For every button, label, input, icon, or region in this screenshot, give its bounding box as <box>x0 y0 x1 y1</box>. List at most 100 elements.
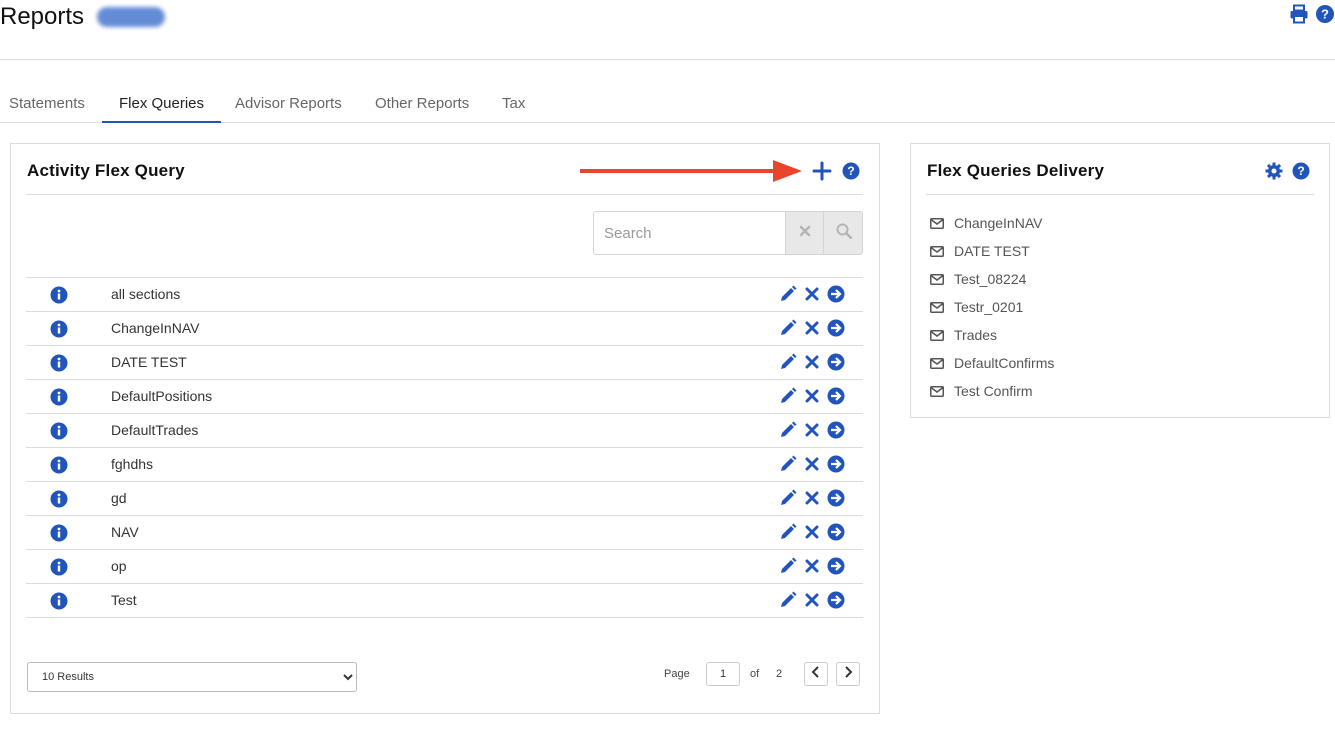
run-arrow-icon[interactable] <box>827 285 845 308</box>
table-row[interactable]: all sections <box>26 278 863 312</box>
delivery-list-item[interactable]: Test Confirm <box>930 377 1054 405</box>
edit-icon[interactable] <box>779 455 797 478</box>
delete-icon[interactable] <box>805 457 819 476</box>
search-icon <box>836 223 853 244</box>
edit-icon[interactable] <box>779 591 797 614</box>
clear-search-button[interactable] <box>785 212 823 254</box>
clear-icon <box>799 224 811 242</box>
delete-icon[interactable] <box>805 491 819 510</box>
query-name[interactable]: all sections <box>111 278 180 311</box>
edit-icon[interactable] <box>779 285 797 308</box>
info-icon[interactable] <box>50 558 68 581</box>
page-number-input[interactable] <box>706 662 740 686</box>
delete-icon[interactable] <box>805 389 819 408</box>
edit-icon[interactable] <box>779 557 797 580</box>
edit-icon[interactable] <box>779 353 797 376</box>
add-query-icon[interactable] <box>812 161 832 186</box>
delivery-list-item[interactable]: DefaultConfirms <box>930 349 1054 377</box>
info-icon[interactable] <box>50 286 68 309</box>
next-page-button[interactable] <box>836 662 860 686</box>
table-row[interactable]: DefaultPositions <box>26 380 863 414</box>
row-actions <box>779 455 845 478</box>
table-row[interactable]: gd <box>26 482 863 516</box>
table-row[interactable]: Test <box>26 584 863 618</box>
delivery-panel-divider <box>926 194 1314 195</box>
query-name[interactable]: NAV <box>111 516 139 549</box>
page-label: Page <box>664 668 690 680</box>
table-row[interactable]: ChangeInNAV <box>26 312 863 346</box>
row-actions <box>779 319 845 342</box>
query-name[interactable]: Test <box>111 584 137 617</box>
tab-other-reports[interactable]: Other Reports <box>367 84 477 123</box>
tab-advisor-reports[interactable]: Advisor Reports <box>227 84 350 123</box>
query-name[interactable]: op <box>111 550 127 583</box>
print-icon[interactable] <box>1289 4 1309 24</box>
delete-icon[interactable] <box>805 321 819 340</box>
query-name[interactable]: gd <box>111 482 127 515</box>
run-arrow-icon[interactable] <box>827 455 845 478</box>
chevron-right-icon <box>843 665 853 683</box>
table-row[interactable]: fghdhs <box>26 448 863 482</box>
delivery-item-label: DATE TEST <box>954 243 1030 259</box>
query-name[interactable]: DefaultPositions <box>111 380 212 413</box>
run-arrow-icon[interactable] <box>827 557 845 580</box>
delete-icon[interactable] <box>805 423 819 442</box>
total-pages: 2 <box>776 668 783 680</box>
table-row[interactable]: NAV <box>26 516 863 550</box>
query-name[interactable]: fghdhs <box>111 448 153 481</box>
edit-icon[interactable] <box>779 387 797 410</box>
results-per-page-select[interactable]: 10 Results <box>27 662 357 692</box>
delivery-list-item[interactable]: Trades <box>930 321 1054 349</box>
delete-icon[interactable] <box>805 559 819 578</box>
edit-icon[interactable] <box>779 319 797 342</box>
run-arrow-icon[interactable] <box>827 489 845 512</box>
delete-icon[interactable] <box>805 355 819 374</box>
query-name[interactable]: DATE TEST <box>111 346 187 379</box>
info-icon[interactable] <box>50 422 68 445</box>
info-icon[interactable] <box>50 354 68 377</box>
run-arrow-icon[interactable] <box>827 353 845 376</box>
edit-icon[interactable] <box>779 489 797 512</box>
query-name[interactable]: ChangeInNAV <box>111 312 199 345</box>
delete-icon[interactable] <box>805 593 819 612</box>
query-name[interactable]: DefaultTrades <box>111 414 198 447</box>
info-icon[interactable] <box>50 490 68 513</box>
table-row[interactable]: DefaultTrades <box>26 414 863 448</box>
run-arrow-icon[interactable] <box>827 523 845 546</box>
delete-icon[interactable] <box>805 287 819 306</box>
info-icon[interactable] <box>50 524 68 547</box>
tab-flex-queries[interactable]: Flex Queries <box>102 84 221 123</box>
delivery-list-item[interactable]: Test_08224 <box>930 265 1054 293</box>
gear-icon[interactable] <box>1265 162 1283 185</box>
run-arrow-icon[interactable] <box>827 319 845 342</box>
envelope-icon <box>930 357 954 369</box>
info-icon[interactable] <box>50 456 68 479</box>
row-actions <box>779 591 845 614</box>
info-icon[interactable] <box>50 592 68 615</box>
header-icons: ? <box>1289 4 1335 24</box>
search-input[interactable] <box>594 212 786 254</box>
delivery-list-item[interactable]: DATE TEST <box>930 237 1054 265</box>
activity-help-icon[interactable]: ? <box>842 162 860 185</box>
delivery-help-icon[interactable]: ? <box>1292 162 1310 185</box>
info-icon[interactable] <box>50 388 68 411</box>
activity-panel-title: Activity Flex Query <box>27 161 185 180</box>
info-icon[interactable] <box>50 320 68 343</box>
help-icon[interactable]: ? <box>1315 4 1335 24</box>
edit-icon[interactable] <box>779 421 797 444</box>
table-row[interactable]: op <box>26 550 863 584</box>
table-row[interactable]: DATE TEST <box>26 346 863 380</box>
delete-icon[interactable] <box>805 525 819 544</box>
tab-tax[interactable]: Tax <box>494 84 533 123</box>
delivery-list-item[interactable]: Testr_0201 <box>930 293 1054 321</box>
delivery-list-item[interactable]: ChangeInNAV <box>930 209 1054 237</box>
tab-statements[interactable]: Statements <box>1 84 93 123</box>
delivery-panel-title: Flex Queries Delivery <box>927 161 1105 180</box>
edit-icon[interactable] <box>779 523 797 546</box>
search-button[interactable] <box>823 212 862 254</box>
run-arrow-icon[interactable] <box>827 591 845 614</box>
flex-query-table: all sections ChangeInNAV DATE TEST DefaultP… <box>26 277 863 618</box>
prev-page-button[interactable] <box>804 662 828 686</box>
run-arrow-icon[interactable] <box>827 387 845 410</box>
run-arrow-icon[interactable] <box>827 421 845 444</box>
